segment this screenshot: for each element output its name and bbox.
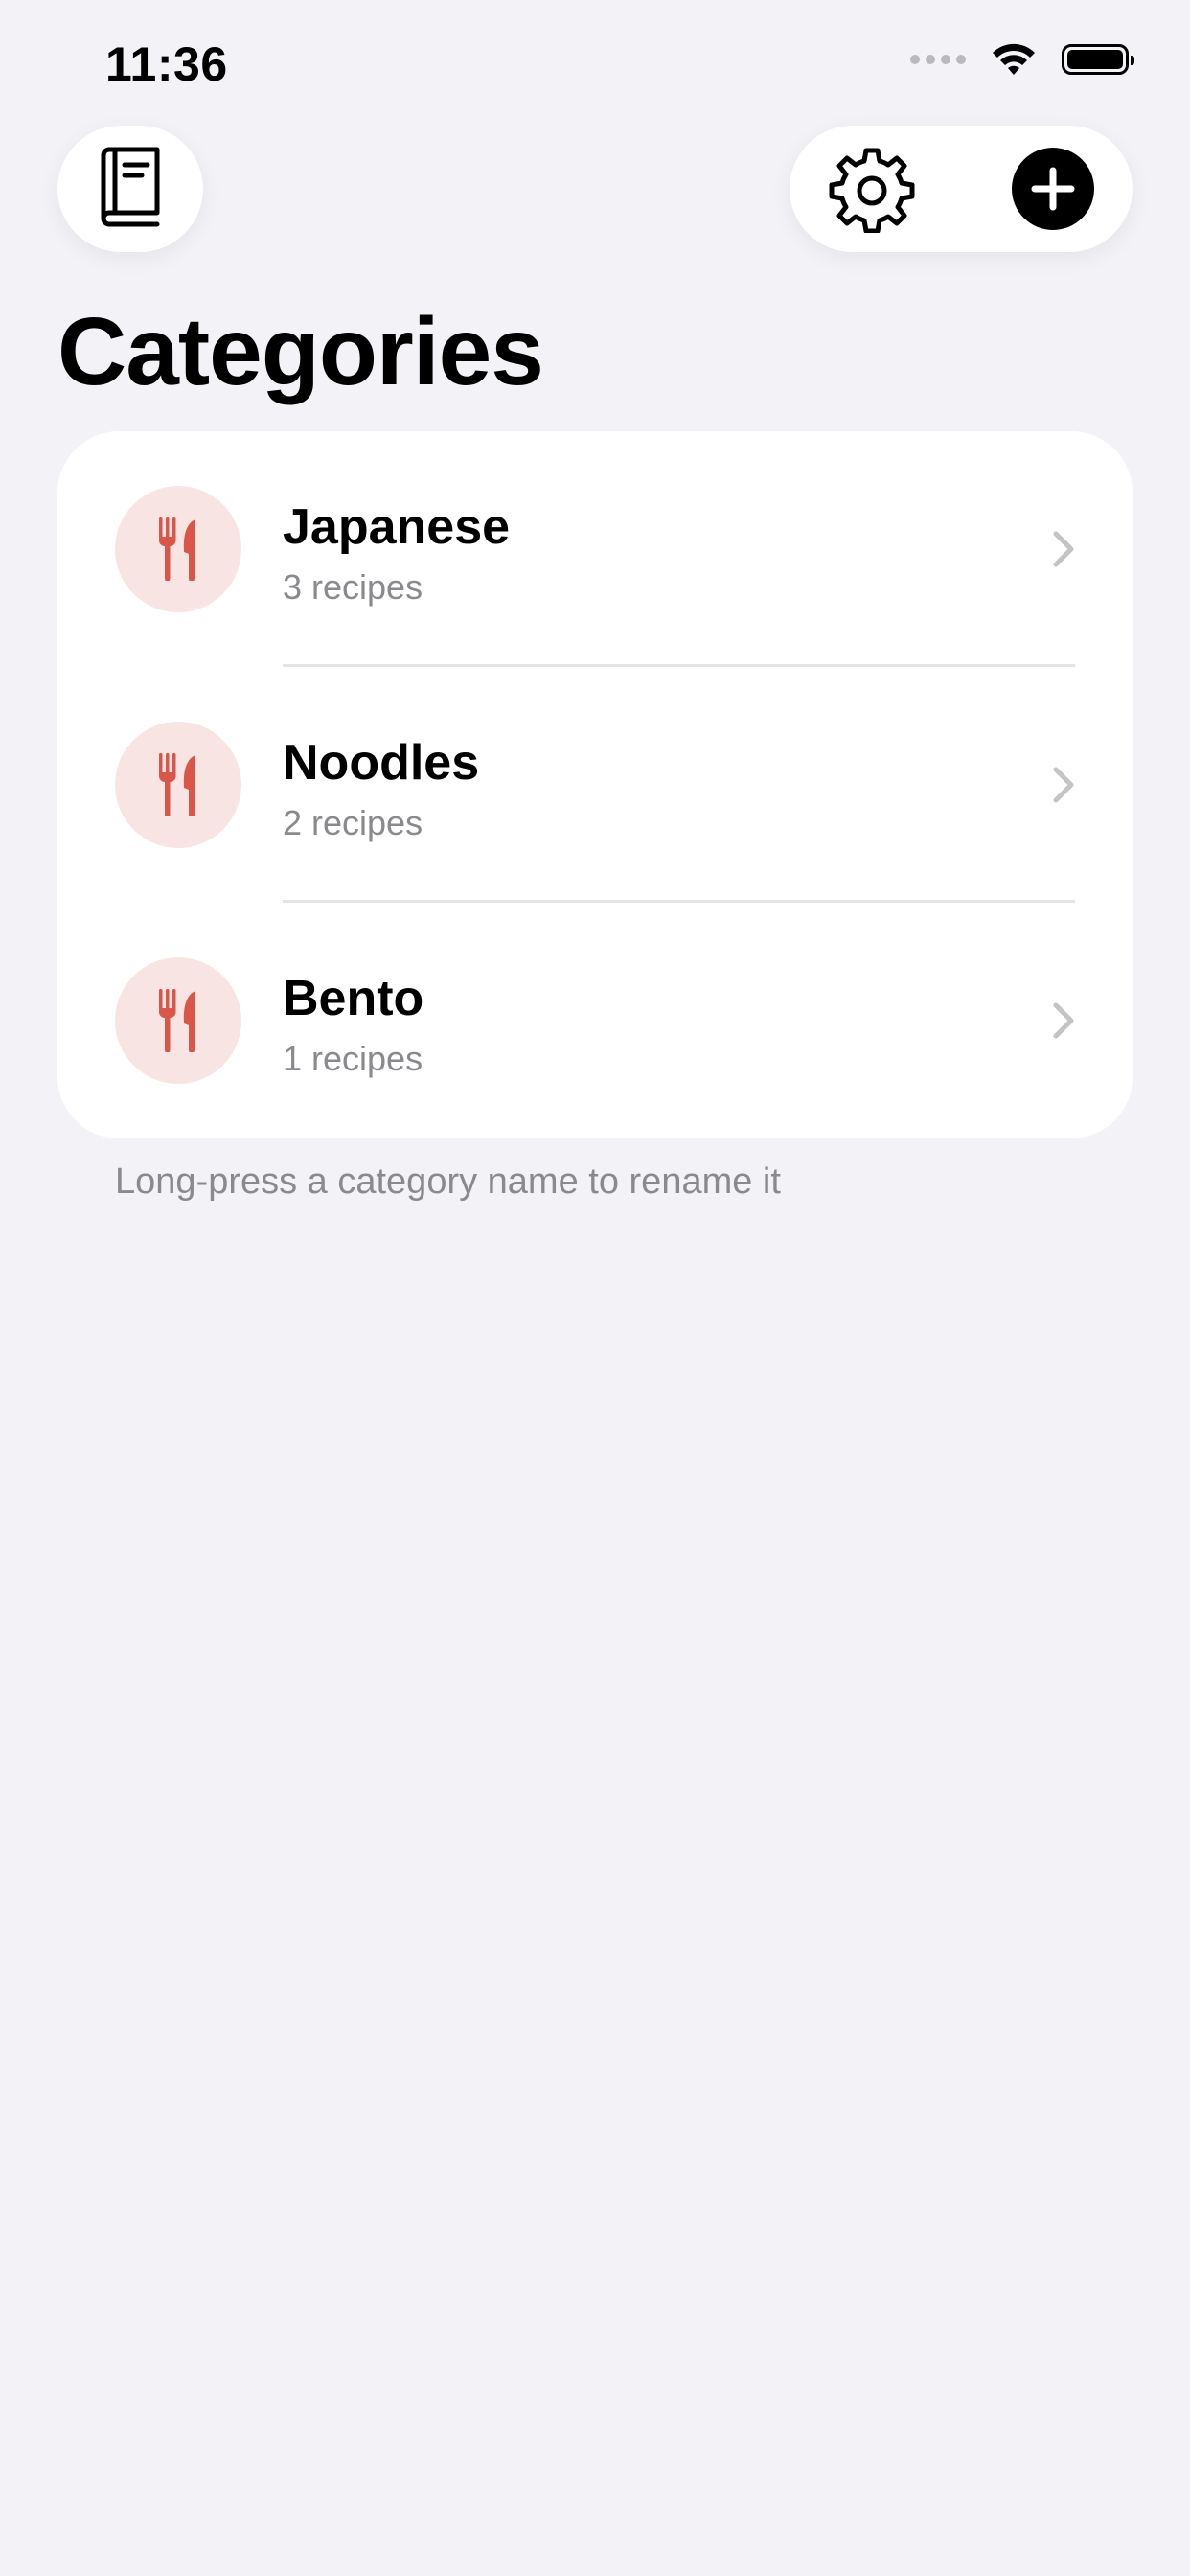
toolbar-actions	[790, 126, 1133, 252]
rename-hint: Long-press a category name to rename it	[115, 1162, 781, 1202]
category-row-noodles[interactable]: Noodles 2 recipes	[57, 667, 1133, 903]
battery-icon	[1062, 44, 1134, 75]
cellular-signal-icon	[910, 55, 966, 64]
book-icon	[96, 146, 165, 232]
fork-knife-icon	[159, 753, 195, 816]
category-badge	[115, 722, 241, 848]
category-name[interactable]: Bento	[283, 970, 423, 1027]
wifi-icon	[993, 43, 1035, 75]
category-text: Noodles 2 recipes	[283, 734, 479, 843]
chevron-right-icon	[1053, 531, 1074, 567]
category-recipe-count: 3 recipes	[283, 567, 423, 607]
category-recipe-count: 1 recipes	[283, 1039, 423, 1078]
fork-knife-icon	[159, 518, 195, 581]
category-name[interactable]: Japanese	[283, 498, 510, 556]
recipe-book-button[interactable]	[57, 126, 203, 252]
category-text: Bento 1 recipes	[283, 970, 423, 1079]
category-recipe-count: 2 recipes	[283, 803, 423, 842]
category-row-bento[interactable]: Bento 1 recipes	[57, 903, 1133, 1138]
gear-icon	[829, 148, 915, 233]
chevron-right-icon	[1053, 767, 1074, 803]
page-title: Categories	[57, 298, 544, 405]
category-name[interactable]: Noodles	[283, 734, 479, 792]
add-category-button[interactable]	[1012, 148, 1094, 230]
status-time: 11:36	[105, 37, 228, 91]
category-text: Japanese 3 recipes	[283, 498, 510, 608]
category-row-japanese[interactable]: Japanese 3 recipes	[57, 431, 1133, 667]
category-badge	[115, 486, 241, 612]
settings-button[interactable]	[828, 145, 916, 233]
category-badge	[115, 957, 241, 1084]
fork-knife-icon	[159, 989, 195, 1052]
status-indicators	[910, 42, 1134, 77]
chevron-right-icon	[1053, 1002, 1074, 1039]
category-list: Japanese 3 recipes Noodles 2 recipes Ben…	[57, 431, 1133, 1138]
plus-circle-icon	[1012, 148, 1094, 230]
